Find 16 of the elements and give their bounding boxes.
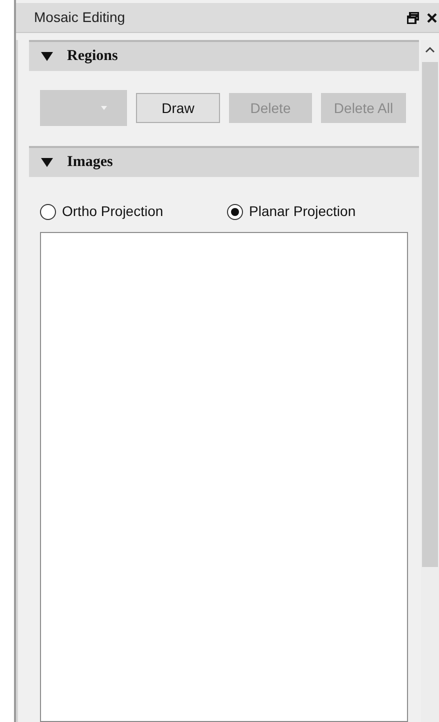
panel-title: Mosaic Editing [34, 8, 126, 27]
section-header[interactable]: Images [29, 146, 419, 177]
section-title: Regions [67, 47, 118, 66]
close-icon[interactable] [427, 12, 437, 22]
radio-button[interactable] [227, 204, 243, 220]
section-title: Images [67, 153, 113, 172]
radio-button[interactable] [40, 204, 56, 220]
radio-label[interactable]: Ortho Projection [62, 201, 164, 222]
section-header[interactable]: Regions [29, 40, 419, 71]
action-button[interactable]: Draw [136, 93, 220, 123]
radio-label[interactable]: Planar Projection [249, 201, 356, 222]
expanded-triangle-icon[interactable] [41, 52, 53, 61]
scroll-thumb[interactable] [422, 62, 438, 567]
expanded-triangle-icon[interactable] [41, 158, 53, 167]
float-icon[interactable] [407, 12, 419, 24]
dropdown-arrow-icon [101, 106, 107, 110]
